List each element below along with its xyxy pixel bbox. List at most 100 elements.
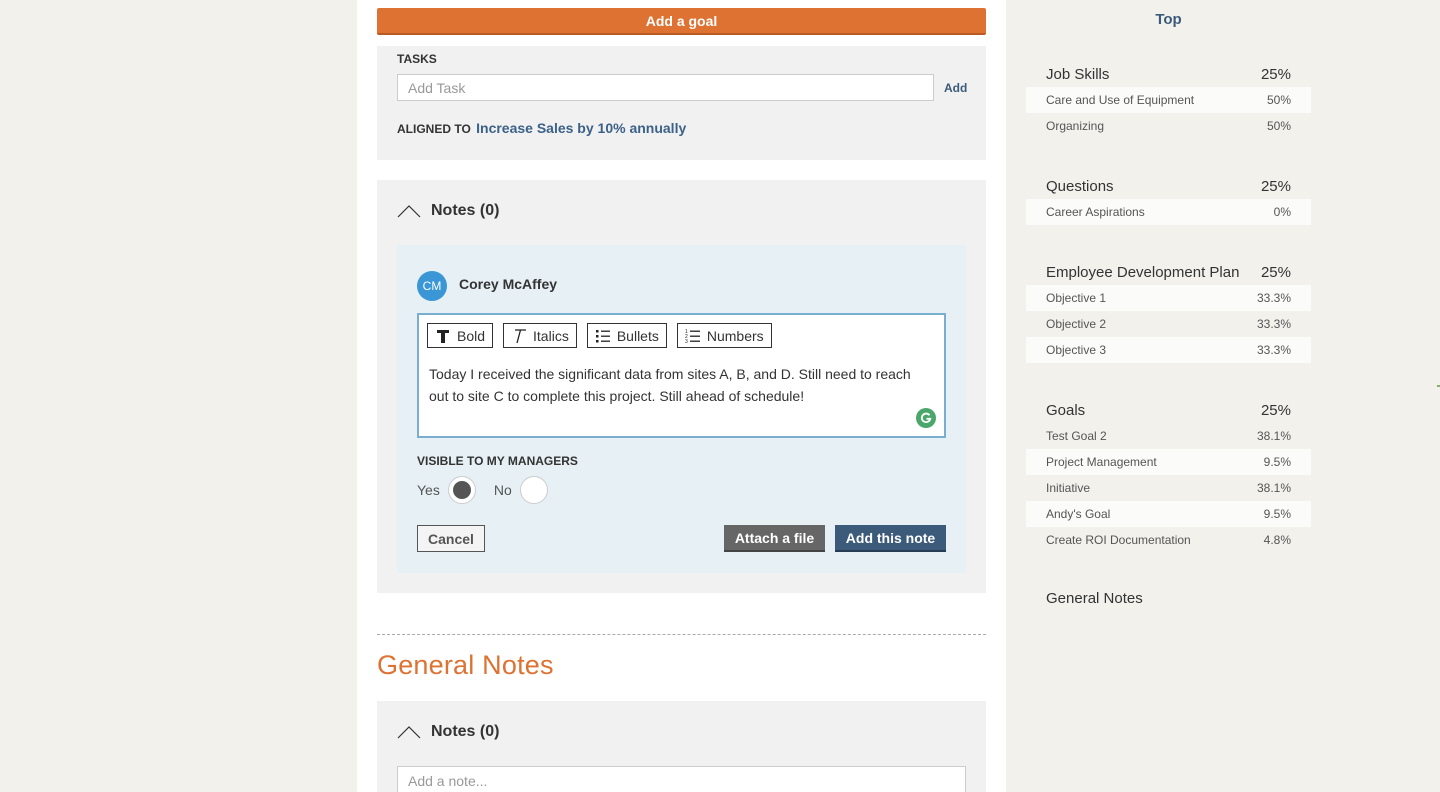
aligned-to: ALIGNED TO Increase Sales by 10% annuall… xyxy=(397,120,686,136)
outline-item[interactable]: Create ROI Documentation 4.8% xyxy=(1026,527,1311,553)
outline-item[interactable]: Career Aspirations 0% xyxy=(1026,199,1311,225)
add-note-input[interactable] xyxy=(397,766,966,792)
avatar: CM xyxy=(417,271,447,301)
attach-file-button[interactable]: Attach a file xyxy=(724,525,825,552)
outline-group-goals: Goals 25% Test Goal 2 38.1% Project Mana… xyxy=(1026,397,1311,553)
group-name: Employee Development Plan xyxy=(1046,263,1240,281)
bold-button[interactable]: Bold xyxy=(427,323,494,348)
grammarly-g-icon xyxy=(920,412,932,423)
note-text[interactable]: Today I received the significant data fr… xyxy=(429,363,929,407)
chevron-up-icon xyxy=(397,205,421,218)
section-divider xyxy=(377,634,986,635)
outline-group-header[interactable]: Goals 25% xyxy=(1026,397,1311,423)
top-link[interactable]: Top xyxy=(1026,11,1311,28)
item-percent: 33.3% xyxy=(1256,343,1291,357)
notes-toggle[interactable]: Notes (0) xyxy=(397,202,499,220)
svg-text:3: 3 xyxy=(685,339,688,344)
yes-radio[interactable] xyxy=(447,476,476,504)
general-notes-toggle[interactable]: Notes (0) xyxy=(397,723,499,741)
item-percent: 50% xyxy=(1266,119,1291,133)
bullets-label: Bullets xyxy=(616,327,659,344)
group-percent: 25% xyxy=(1260,65,1291,83)
item-percent: 4.8% xyxy=(1263,533,1291,547)
item-percent: 9.5% xyxy=(1263,507,1291,521)
general-notes-title: Notes (0) xyxy=(431,723,500,740)
add-task-link[interactable]: Add xyxy=(944,81,967,95)
no-radio[interactable] xyxy=(519,476,548,504)
item-label: Objective 1 xyxy=(1046,291,1107,305)
outline-group-job-skills: Job Skills 25% Care and Use of Equipment… xyxy=(1026,61,1311,139)
numbers-label: Numbers xyxy=(706,327,764,344)
item-label: Initiative xyxy=(1046,481,1091,495)
notes-panel: Notes (0) CM Corey McAffey Bold Italics … xyxy=(377,180,986,593)
item-percent: 9.5% xyxy=(1263,455,1291,469)
item-label: Andy's Goal xyxy=(1046,507,1111,521)
outline-group-header[interactable]: Employee Development Plan 25% xyxy=(1026,259,1311,285)
outline-item[interactable]: Organizing 50% xyxy=(1026,113,1311,139)
notes-title: Notes (0) xyxy=(431,202,500,219)
visibility-options: Yes No xyxy=(417,476,566,504)
note-editor[interactable]: Bold Italics Bullets 1 2 3 Numbers Today… xyxy=(417,313,946,438)
bullets-button[interactable]: Bullets xyxy=(586,323,667,348)
item-label: Career Aspirations xyxy=(1046,205,1145,219)
item-percent: 0% xyxy=(1273,205,1291,219)
group-percent: 25% xyxy=(1260,263,1291,281)
chevron-up-icon xyxy=(397,726,421,739)
outline-item[interactable]: Test Goal 2 38.1% xyxy=(1026,423,1311,449)
item-percent: 38.1% xyxy=(1256,429,1291,443)
item-percent: 38.1% xyxy=(1256,481,1291,495)
group-name: Goals xyxy=(1046,401,1086,419)
item-percent: 33.3% xyxy=(1256,317,1291,331)
aligned-goal-link[interactable]: Increase Sales by 10% annually xyxy=(476,120,686,136)
main-content: Add a goal TASKS Add ALIGNED TO Increase… xyxy=(357,0,1006,792)
general-notes-panel: Notes (0) xyxy=(377,701,986,792)
outline-item[interactable]: Care and Use of Equipment 50% xyxy=(1026,87,1311,113)
item-label: Create ROI Documentation xyxy=(1046,533,1191,547)
cancel-button[interactable]: Cancel xyxy=(417,525,485,552)
italic-icon xyxy=(515,328,527,343)
note-composer: CM Corey McAffey Bold Italics Bullets 1 … xyxy=(397,245,966,573)
outline-item[interactable]: Objective 1 33.3% xyxy=(1026,285,1311,311)
visibility-label: VISIBLE TO MY MANAGERS xyxy=(417,454,578,468)
item-percent: 50% xyxy=(1266,93,1291,107)
tasks-label: TASKS xyxy=(397,52,437,66)
grammarly-icon[interactable] xyxy=(916,408,936,428)
outline-item[interactable]: Andy's Goal 9.5% xyxy=(1026,501,1311,527)
item-label: Care and Use of Equipment xyxy=(1046,93,1195,107)
group-name: Questions xyxy=(1046,177,1114,195)
outline-item[interactable]: Objective 2 33.3% xyxy=(1026,311,1311,337)
add-task-input[interactable] xyxy=(397,74,934,101)
italics-label: Italics xyxy=(533,327,569,344)
general-notes-heading: General Notes xyxy=(377,650,554,680)
author-name: Corey McAffey xyxy=(459,276,558,292)
add-note-button[interactable]: Add this note xyxy=(835,525,946,552)
bold-icon xyxy=(437,329,449,343)
italics-button[interactable]: Italics xyxy=(503,323,577,348)
no-label: No xyxy=(493,482,512,498)
outline-group-header[interactable]: Job Skills 25% xyxy=(1026,61,1311,87)
aligned-to-label: ALIGNED TO xyxy=(397,122,471,136)
group-percent: 25% xyxy=(1260,401,1291,419)
tasks-panel: TASKS Add ALIGNED TO Increase Sales by 1… xyxy=(377,46,986,160)
outline-general-notes[interactable]: General Notes xyxy=(1046,590,1143,607)
numbers-button[interactable]: 1 2 3 Numbers xyxy=(676,323,772,348)
bullet-list-icon xyxy=(595,329,610,342)
outline-item[interactable]: Project Management 9.5% xyxy=(1026,449,1311,475)
group-percent: 25% xyxy=(1260,177,1291,195)
bold-label: Bold xyxy=(457,327,486,344)
yes-label: Yes xyxy=(417,482,440,498)
group-name: Job Skills xyxy=(1046,65,1110,83)
outline-item[interactable]: Initiative 38.1% xyxy=(1026,475,1311,501)
selected-dot xyxy=(452,481,471,499)
item-label: Objective 2 xyxy=(1046,317,1107,331)
editor-toolbar: Bold Italics Bullets 1 2 3 Numbers xyxy=(427,323,772,348)
outline-group-header[interactable]: Questions 25% xyxy=(1026,173,1311,199)
numbered-list-icon: 1 2 3 xyxy=(685,329,700,344)
outline-group-questions: Questions 25% Career Aspirations 0% xyxy=(1026,173,1311,225)
item-label: Organizing xyxy=(1046,119,1105,133)
item-label: Objective 3 xyxy=(1046,343,1107,357)
item-label: Project Management xyxy=(1046,455,1157,469)
outline-item[interactable]: Objective 3 33.3% xyxy=(1026,337,1311,363)
item-percent: 33.3% xyxy=(1256,291,1291,305)
add-goal-button[interactable]: Add a goal xyxy=(377,8,986,35)
